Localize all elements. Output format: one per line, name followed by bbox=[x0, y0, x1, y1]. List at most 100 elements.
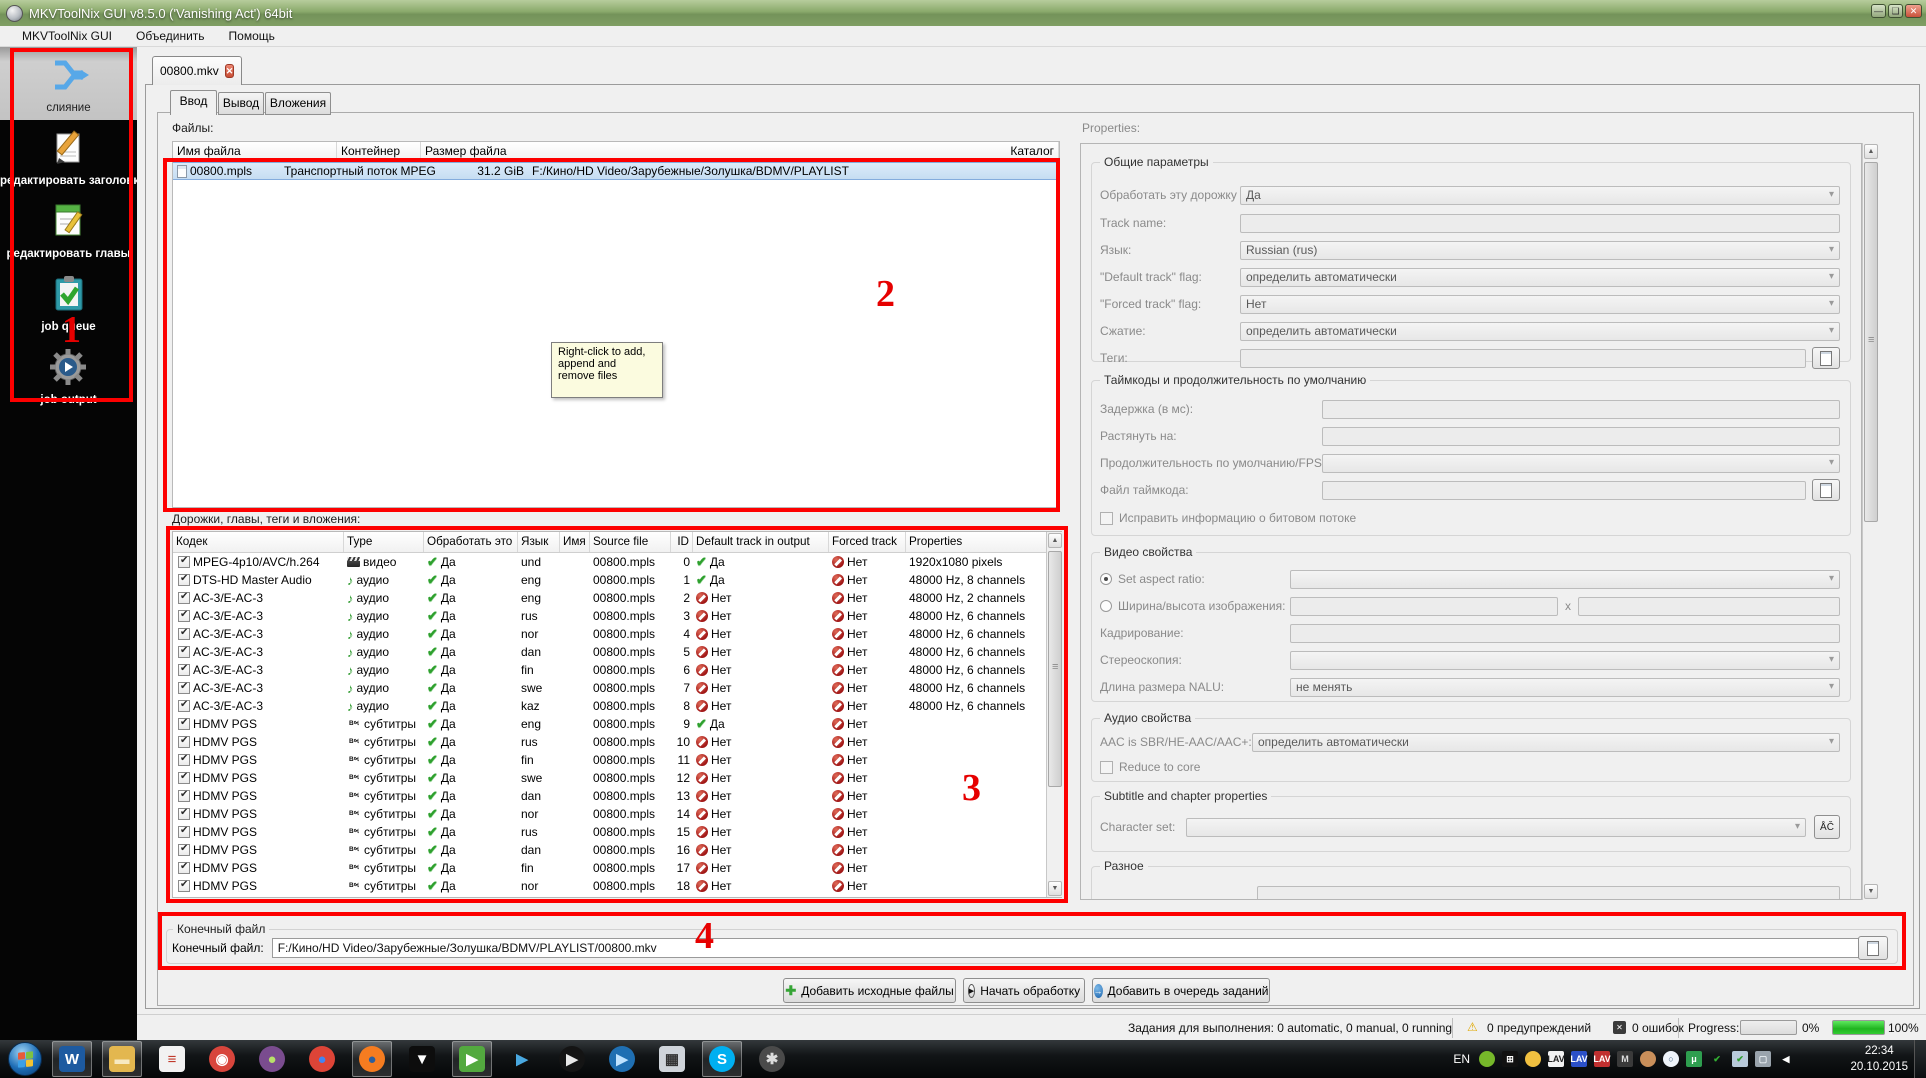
tracks-column-header[interactable]: Обработать это bbox=[424, 532, 518, 552]
tray-windows-icon[interactable]: ⊞ bbox=[1502, 1051, 1518, 1067]
track-row[interactable]: HDMV PGS субтитры Да dan 00800.mpls 16 Н… bbox=[173, 841, 1061, 859]
taskbar-app-button[interactable]: ▦ bbox=[652, 1041, 692, 1077]
scroll-up-icon[interactable]: ▲ bbox=[1048, 533, 1062, 548]
taskbar-app-button[interactable]: ≡ bbox=[152, 1041, 192, 1077]
taskbar-app-button[interactable]: ▼ bbox=[402, 1041, 442, 1077]
tray-lav-blue-icon[interactable]: LAV bbox=[1570, 1051, 1588, 1067]
display-width-input[interactable] bbox=[1290, 596, 1558, 616]
tray-monitor-check-icon[interactable]: ✔ bbox=[1732, 1051, 1748, 1067]
track-checkbox[interactable] bbox=[178, 627, 190, 640]
maximize-button[interactable]: ❑ bbox=[1888, 4, 1903, 18]
taskbar-app-button[interactable]: S bbox=[702, 1041, 742, 1077]
track-checkbox[interactable] bbox=[178, 843, 190, 856]
scroll-down-icon[interactable]: ▼ bbox=[1048, 881, 1062, 896]
properties-scrollbar[interactable]: ▲ ▼ bbox=[1862, 143, 1879, 900]
taskbar-app-button[interactable]: ▬ bbox=[102, 1041, 142, 1077]
track-row[interactable]: HDMV PGS субтитры Да dan 00800.mpls 13 Н… bbox=[173, 787, 1061, 805]
action-button[interactable]: Начать обработку bbox=[963, 978, 1085, 1003]
tracks-column-header[interactable]: Source file bbox=[590, 532, 671, 552]
track-checkbox[interactable] bbox=[178, 609, 190, 622]
tracks-column-header[interactable]: ID bbox=[671, 532, 693, 552]
track-row[interactable]: AC-3/E-AC-3 аудио Да dan 00800.mpls 5 Не… bbox=[173, 643, 1061, 661]
taskbar-clock[interactable]: 22:34 20.10.2015 bbox=[1850, 1043, 1908, 1075]
stereoscopy-select[interactable] bbox=[1290, 650, 1840, 670]
track-row[interactable]: HDMV PGS субтитры Да nor 00800.mpls 18 Н… bbox=[173, 877, 1061, 895]
dimensions-radio[interactable] bbox=[1100, 600, 1112, 612]
aspect-ratio-radio[interactable] bbox=[1100, 573, 1112, 585]
charset-preview-button[interactable]: ÅČ bbox=[1814, 815, 1840, 839]
cropping-input[interactable] bbox=[1290, 623, 1840, 643]
delay-input[interactable] bbox=[1322, 399, 1840, 419]
browse-timecode-button[interactable] bbox=[1812, 479, 1840, 501]
output-file-input[interactable]: F:/Кино/HD Video/Зарубежные/Золушка/BDMV… bbox=[271, 938, 1868, 958]
files-column-header[interactable]: Каталог bbox=[1006, 142, 1059, 161]
nalu-size-select[interactable]: не менять bbox=[1290, 677, 1840, 697]
tray-leaf-icon[interactable] bbox=[1479, 1051, 1495, 1067]
track-name-input[interactable] bbox=[1240, 213, 1840, 233]
tray-lav-red-icon[interactable]: LAV bbox=[1593, 1051, 1611, 1067]
track-checkbox[interactable] bbox=[178, 591, 190, 604]
tracks-column-header[interactable]: Язык bbox=[518, 532, 560, 552]
forced-flag-select[interactable]: Нет bbox=[1240, 294, 1840, 314]
track-checkbox[interactable] bbox=[178, 879, 190, 892]
taskbar-app-button[interactable]: ◉ bbox=[202, 1041, 242, 1077]
scroll-down-icon[interactable]: ▼ bbox=[1864, 884, 1878, 899]
taskbar-app-button[interactable]: ● bbox=[302, 1041, 342, 1077]
track-row[interactable]: HDMV PGS субтитры Да eng 00800.mpls 9 Да… bbox=[173, 715, 1061, 733]
track-row[interactable]: HDMV PGS субтитры Да nor 00800.mpls 14 Н… bbox=[173, 805, 1061, 823]
tray-volume-icon[interactable]: ◀ bbox=[1778, 1051, 1794, 1067]
minimize-button[interactable]: — bbox=[1871, 4, 1886, 18]
display-height-input[interactable] bbox=[1578, 596, 1840, 616]
tray-lav-white-icon[interactable]: LAV bbox=[1547, 1051, 1565, 1067]
timecode-file-input[interactable] bbox=[1322, 480, 1806, 500]
tracks-column-header[interactable]: Default track in output bbox=[693, 532, 829, 552]
misc-input[interactable] bbox=[1257, 885, 1840, 899]
inner-tab[interactable]: Вложения bbox=[265, 92, 331, 115]
tray-avatar-icon[interactable] bbox=[1640, 1051, 1656, 1067]
menu-item[interactable]: Объединить bbox=[124, 27, 217, 45]
files-column-header[interactable]: Размер файла bbox=[421, 142, 1006, 161]
tracks-column-header[interactable]: Forced track bbox=[829, 532, 906, 552]
track-checkbox[interactable] bbox=[178, 573, 190, 586]
track-row[interactable]: HDMV PGS субтитры Да fin 00800.mpls 17 Н… bbox=[173, 859, 1061, 877]
start-button[interactable] bbox=[8, 1042, 42, 1076]
track-checkbox[interactable] bbox=[178, 825, 190, 838]
aspect-ratio-select[interactable] bbox=[1290, 569, 1840, 589]
track-checkbox[interactable] bbox=[178, 735, 190, 748]
tray-clock-icon[interactable] bbox=[1525, 1051, 1541, 1067]
taskbar-app-button[interactable]: ▶ bbox=[502, 1041, 542, 1077]
track-row[interactable]: HDMV PGS субтитры Да swe 00800.mpls 12 Н… bbox=[173, 769, 1061, 787]
taskbar-app-button[interactable]: ▶ bbox=[552, 1041, 592, 1077]
tray-network-icon[interactable]: ▢ bbox=[1755, 1051, 1771, 1067]
track-row[interactable]: MPEG-4p10/AVC/h.264 видео Да und 00800.m… bbox=[173, 553, 1061, 571]
track-checkbox[interactable] bbox=[178, 663, 190, 676]
taskbar-app-button[interactable]: ✱ bbox=[752, 1041, 792, 1077]
default-flag-select[interactable]: определить автоматически bbox=[1240, 267, 1840, 287]
track-row[interactable]: AC-3/E-AC-3 аудио Да nor 00800.mpls 4 Не… bbox=[173, 625, 1061, 643]
track-row[interactable]: AC-3/E-AC-3 аудио Да fin 00800.mpls 6 Не… bbox=[173, 661, 1061, 679]
tray-mpc-icon[interactable]: M bbox=[1617, 1051, 1633, 1067]
track-checkbox[interactable] bbox=[178, 555, 190, 568]
action-button[interactable]: Добавить исходные файлы bbox=[783, 978, 956, 1003]
tracks-column-header[interactable]: Type bbox=[344, 532, 424, 552]
track-checkbox[interactable] bbox=[178, 717, 190, 730]
fix-bitstream-checkbox[interactable] bbox=[1100, 511, 1113, 525]
tracks-scrollbar[interactable]: ▲ ▼ bbox=[1046, 532, 1062, 897]
language-select[interactable]: Russian (rus) bbox=[1240, 240, 1840, 260]
scrollbar-thumb[interactable] bbox=[1048, 551, 1062, 787]
track-checkbox[interactable] bbox=[178, 699, 190, 712]
taskbar-app-button[interactable]: ● bbox=[252, 1041, 292, 1077]
scrollbar-thumb[interactable] bbox=[1864, 162, 1878, 522]
character-set-select[interactable] bbox=[1186, 817, 1806, 837]
process-track-select[interactable]: Да bbox=[1240, 185, 1840, 205]
files-column-header[interactable]: Контейнер bbox=[337, 142, 421, 161]
tracks-column-header[interactable]: Properties bbox=[906, 532, 1061, 552]
reduce-to-core-checkbox[interactable] bbox=[1100, 760, 1113, 774]
file-tab[interactable]: 00800.mkv ✕ bbox=[152, 56, 242, 85]
tracks-column-header[interactable]: Имя bbox=[560, 532, 590, 552]
files-column-header[interactable]: Имя файла bbox=[173, 142, 337, 161]
action-button[interactable]: Добавить в очередь заданий bbox=[1092, 978, 1270, 1003]
inner-tab[interactable]: Вывод bbox=[218, 92, 264, 115]
sidebar-item[interactable]: слияние bbox=[0, 47, 137, 120]
stretch-input[interactable] bbox=[1322, 426, 1840, 446]
